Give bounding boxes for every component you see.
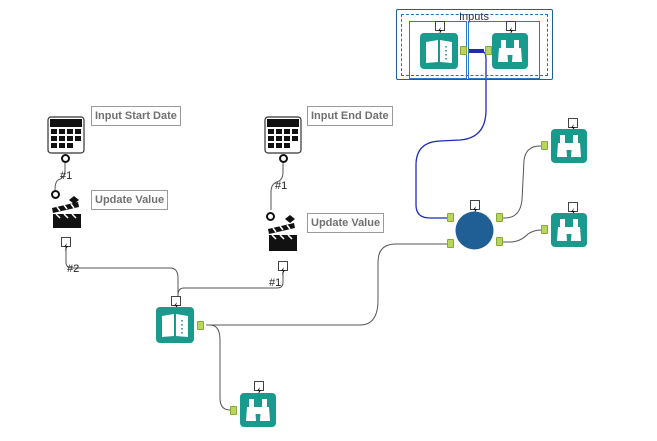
wire-update-left-to-text-input <box>65 246 179 298</box>
wire-macro-to-browse-top <box>496 145 541 219</box>
text-input-book-icon <box>156 307 194 343</box>
lightning-bolt-icon <box>278 261 288 275</box>
calendar-icon <box>264 116 302 154</box>
browse-tool-inputs[interactable] <box>492 33 528 69</box>
question-anchor-icon[interactable] <box>61 154 70 163</box>
binoculars-icon <box>551 213 587 247</box>
wire-text-input-to-macro <box>206 243 447 326</box>
browse-tool-right-bottom[interactable] <box>551 213 587 247</box>
macro-circle-icon <box>455 211 494 250</box>
macro-tool[interactable] <box>455 211 494 250</box>
label-update-value-left[interactable]: Update Value <box>91 190 169 210</box>
text-input-book-icon <box>420 33 458 69</box>
action-tool-update-value-right[interactable] <box>266 213 300 253</box>
lightning-bolt-icon <box>254 381 264 395</box>
lightning-bolt-icon <box>435 21 445 35</box>
lightning-bolt-icon <box>506 21 516 35</box>
connection-label-end-date: #1 <box>275 180 288 192</box>
input-anchor[interactable] <box>541 141 548 150</box>
lightning-bolt-icon <box>568 202 578 216</box>
clapperboard-icon <box>268 215 297 251</box>
output-anchor[interactable] <box>197 321 204 330</box>
connection-label-update-right: #1 <box>269 277 282 289</box>
label-input-start-date[interactable]: Input Start Date <box>91 106 181 126</box>
wire-update-right-to-text-input <box>177 272 284 296</box>
calendar-icon <box>47 116 85 154</box>
connection-label-start-date: #1 <box>60 170 73 182</box>
text-input-tool-inputs[interactable] <box>420 33 458 69</box>
wire-text-input-to-browse <box>206 324 236 411</box>
lightning-bolt-icon <box>61 237 71 251</box>
date-tool-start[interactable] <box>47 116 85 154</box>
binoculars-icon <box>240 393 276 427</box>
label-update-value-right[interactable]: Update Value <box>307 213 385 233</box>
binoculars-icon <box>492 33 528 69</box>
clapperboard-icon <box>52 196 81 228</box>
lightning-bolt-icon <box>171 296 181 310</box>
connection-label-update-left: #2 <box>67 263 80 275</box>
lightning-bolt-icon <box>470 200 480 214</box>
input-anchor[interactable] <box>447 239 454 248</box>
action-tool-update-value-left[interactable] <box>50 194 84 230</box>
lightning-bolt-icon <box>568 118 578 132</box>
output-anchor[interactable] <box>460 46 467 55</box>
binoculars-icon <box>551 129 587 163</box>
browse-tool-bottom[interactable] <box>240 393 276 427</box>
input-anchor[interactable] <box>485 46 492 55</box>
label-input-end-date[interactable]: Input End Date <box>307 106 393 126</box>
input-anchor[interactable] <box>541 225 548 234</box>
browse-tool-right-top[interactable] <box>551 129 587 163</box>
date-tool-end[interactable] <box>264 116 302 154</box>
output-anchor[interactable] <box>496 237 503 246</box>
question-anchor-icon[interactable] <box>279 154 288 163</box>
input-anchor[interactable] <box>447 213 454 222</box>
text-input-tool-main[interactable] <box>156 307 194 343</box>
input-anchor[interactable] <box>230 406 237 415</box>
output-anchor[interactable] <box>496 213 503 222</box>
